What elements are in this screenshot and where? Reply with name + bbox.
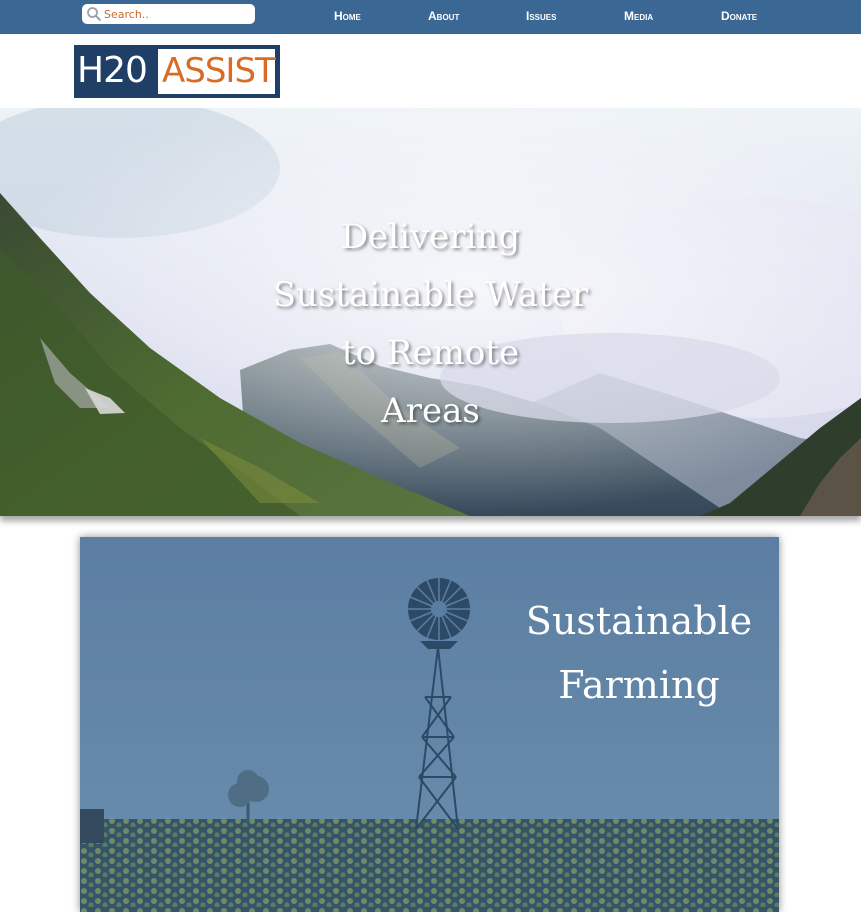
card-title-line: Sustainable: [525, 599, 753, 643]
logo-assist-box: ASSIST: [158, 49, 276, 94]
card-title[interactable]: Sustainable Farming: [510, 589, 768, 717]
nav-about-link[interactable]: About: [428, 9, 459, 23]
logo-text-assist: ASSIST: [162, 51, 276, 91]
card-title-line: Farming: [558, 663, 720, 707]
site-logo[interactable]: H20 ASSIST: [74, 45, 280, 98]
nav-home-link[interactable]: Home: [334, 9, 361, 23]
nav-issues-link[interactable]: Issues: [526, 9, 556, 23]
hero-headline-line: Areas: [381, 391, 480, 431]
top-navigation-bar: Home About Issues Media Donate: [0, 0, 861, 34]
hero-headline-line: Delivering: [340, 217, 521, 257]
search-input[interactable]: [104, 6, 249, 22]
search-box[interactable]: [82, 4, 255, 24]
search-icon[interactable]: [86, 6, 102, 22]
hero-banner: Delivering Sustainable Water to Remote A…: [0, 108, 861, 516]
hero-headline: Delivering Sustainable Water to Remote A…: [0, 208, 861, 440]
nav-donate-link[interactable]: Donate: [721, 9, 757, 23]
sustainable-farming-card[interactable]: Sustainable Farming: [80, 537, 779, 912]
hero-headline-line: to Remote: [341, 333, 520, 373]
logo-text-h20: H20: [77, 50, 148, 91]
hero-headline-line: Sustainable Water: [272, 275, 589, 315]
nav-media-link[interactable]: Media: [624, 9, 653, 23]
